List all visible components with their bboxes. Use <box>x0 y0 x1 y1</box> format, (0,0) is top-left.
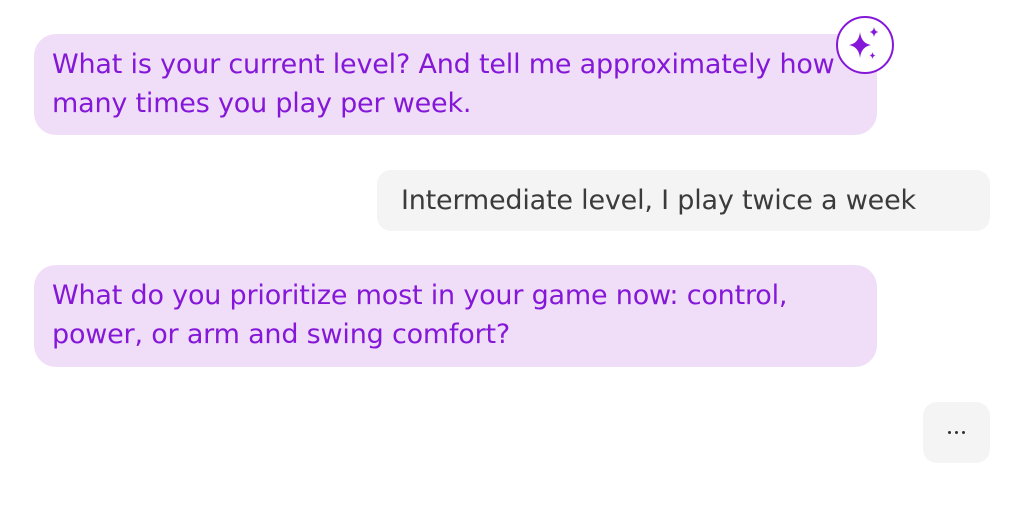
typing-dot <box>948 431 951 434</box>
typing-indicator <box>923 402 990 463</box>
user-message-text: Intermediate level, I play twice a week <box>401 185 916 216</box>
assistant-message: What is your current level? And tell me … <box>34 34 877 135</box>
typing-dot <box>962 431 965 434</box>
typing-dot <box>955 431 958 434</box>
assistant-message-text: What is your current level? And tell me … <box>52 49 835 119</box>
assistant-message-text: What do you prioritize most in your game… <box>52 280 788 350</box>
assistant-message: What do you prioritize most in your game… <box>34 265 877 367</box>
user-message: Intermediate level, I play twice a week <box>377 170 990 231</box>
chat-thread: What is your current level? And tell me … <box>0 0 1024 528</box>
sparkle-icon <box>836 16 894 74</box>
